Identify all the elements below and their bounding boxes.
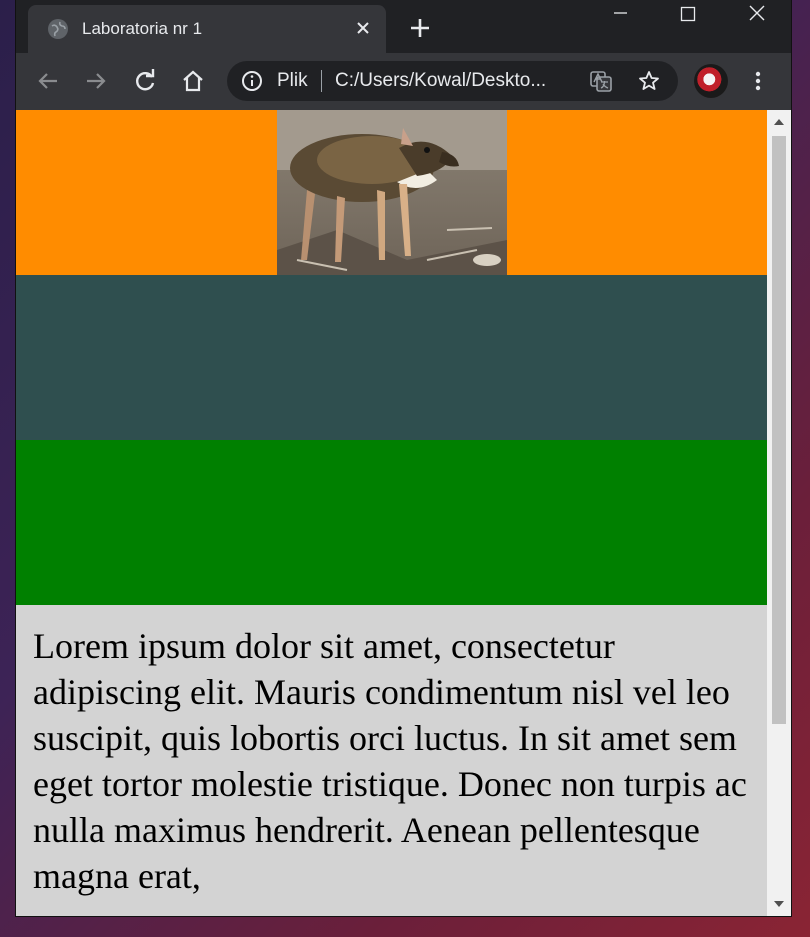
window-close-button[interactable] (726, 0, 786, 30)
vertical-scrollbar[interactable] (767, 110, 791, 916)
menu-button[interactable] (748, 66, 768, 96)
translate-icon[interactable] (589, 69, 613, 93)
home-icon (183, 70, 203, 92)
globe-icon (48, 19, 68, 39)
maximize-icon (680, 6, 696, 22)
browser-window: Laboratoria nr 1 Plik C:/Users/Kowal/Des… (16, 0, 791, 916)
arrow-left-icon (38, 73, 57, 89)
scheme-label: Plik (277, 70, 308, 91)
lorem-paragraph: Lorem ipsum dolor sit amet, consectetur … (33, 626, 747, 896)
minimize-button[interactable] (590, 0, 650, 30)
close-icon (357, 22, 369, 34)
minimize-icon (614, 12, 627, 14)
reload-icon (136, 69, 155, 91)
arrow-right-icon (87, 73, 106, 89)
plus-icon (411, 19, 429, 37)
tab-strip: Laboratoria nr 1 (16, 0, 791, 53)
page-viewport: Lorem ipsum dolor sit amet, consectetur … (16, 110, 767, 916)
back-button[interactable] (33, 66, 63, 96)
scroll-up-button[interactable] (767, 110, 791, 134)
reload-button[interactable] (130, 66, 160, 96)
browser-toolbar: Plik C:/Users/Kowal/Deskto... (16, 53, 791, 110)
scroll-thumb[interactable] (772, 136, 786, 724)
maximize-button[interactable] (658, 0, 718, 30)
bookmark-star-icon[interactable] (637, 69, 661, 93)
tab-title: Laboratoria nr 1 (82, 19, 203, 38)
home-button[interactable] (178, 66, 208, 96)
text-section: Lorem ipsum dolor sit amet, consectetur … (16, 605, 767, 916)
triangle-up-icon (774, 119, 784, 125)
tab-active[interactable]: Laboratoria nr 1 (28, 5, 386, 53)
new-tab-button[interactable] (406, 14, 434, 42)
url-text[interactable]: C:/Users/Kowal/Deskto... (335, 70, 546, 92)
address-bar[interactable]: Plik C:/Users/Kowal/Deskto... (227, 61, 678, 101)
omnibox-divider (321, 70, 322, 92)
mouse-deer-photo (277, 110, 507, 275)
green-band (16, 440, 767, 605)
slate-band (16, 275, 767, 440)
tab-close-button[interactable] (352, 17, 374, 39)
profile-avatar[interactable] (694, 64, 728, 98)
forward-button[interactable] (81, 66, 111, 96)
triangle-down-icon (774, 901, 784, 907)
kebab-menu-icon (755, 71, 761, 91)
close-icon (749, 5, 765, 21)
scroll-down-button[interactable] (767, 892, 791, 916)
info-icon[interactable] (241, 70, 263, 92)
